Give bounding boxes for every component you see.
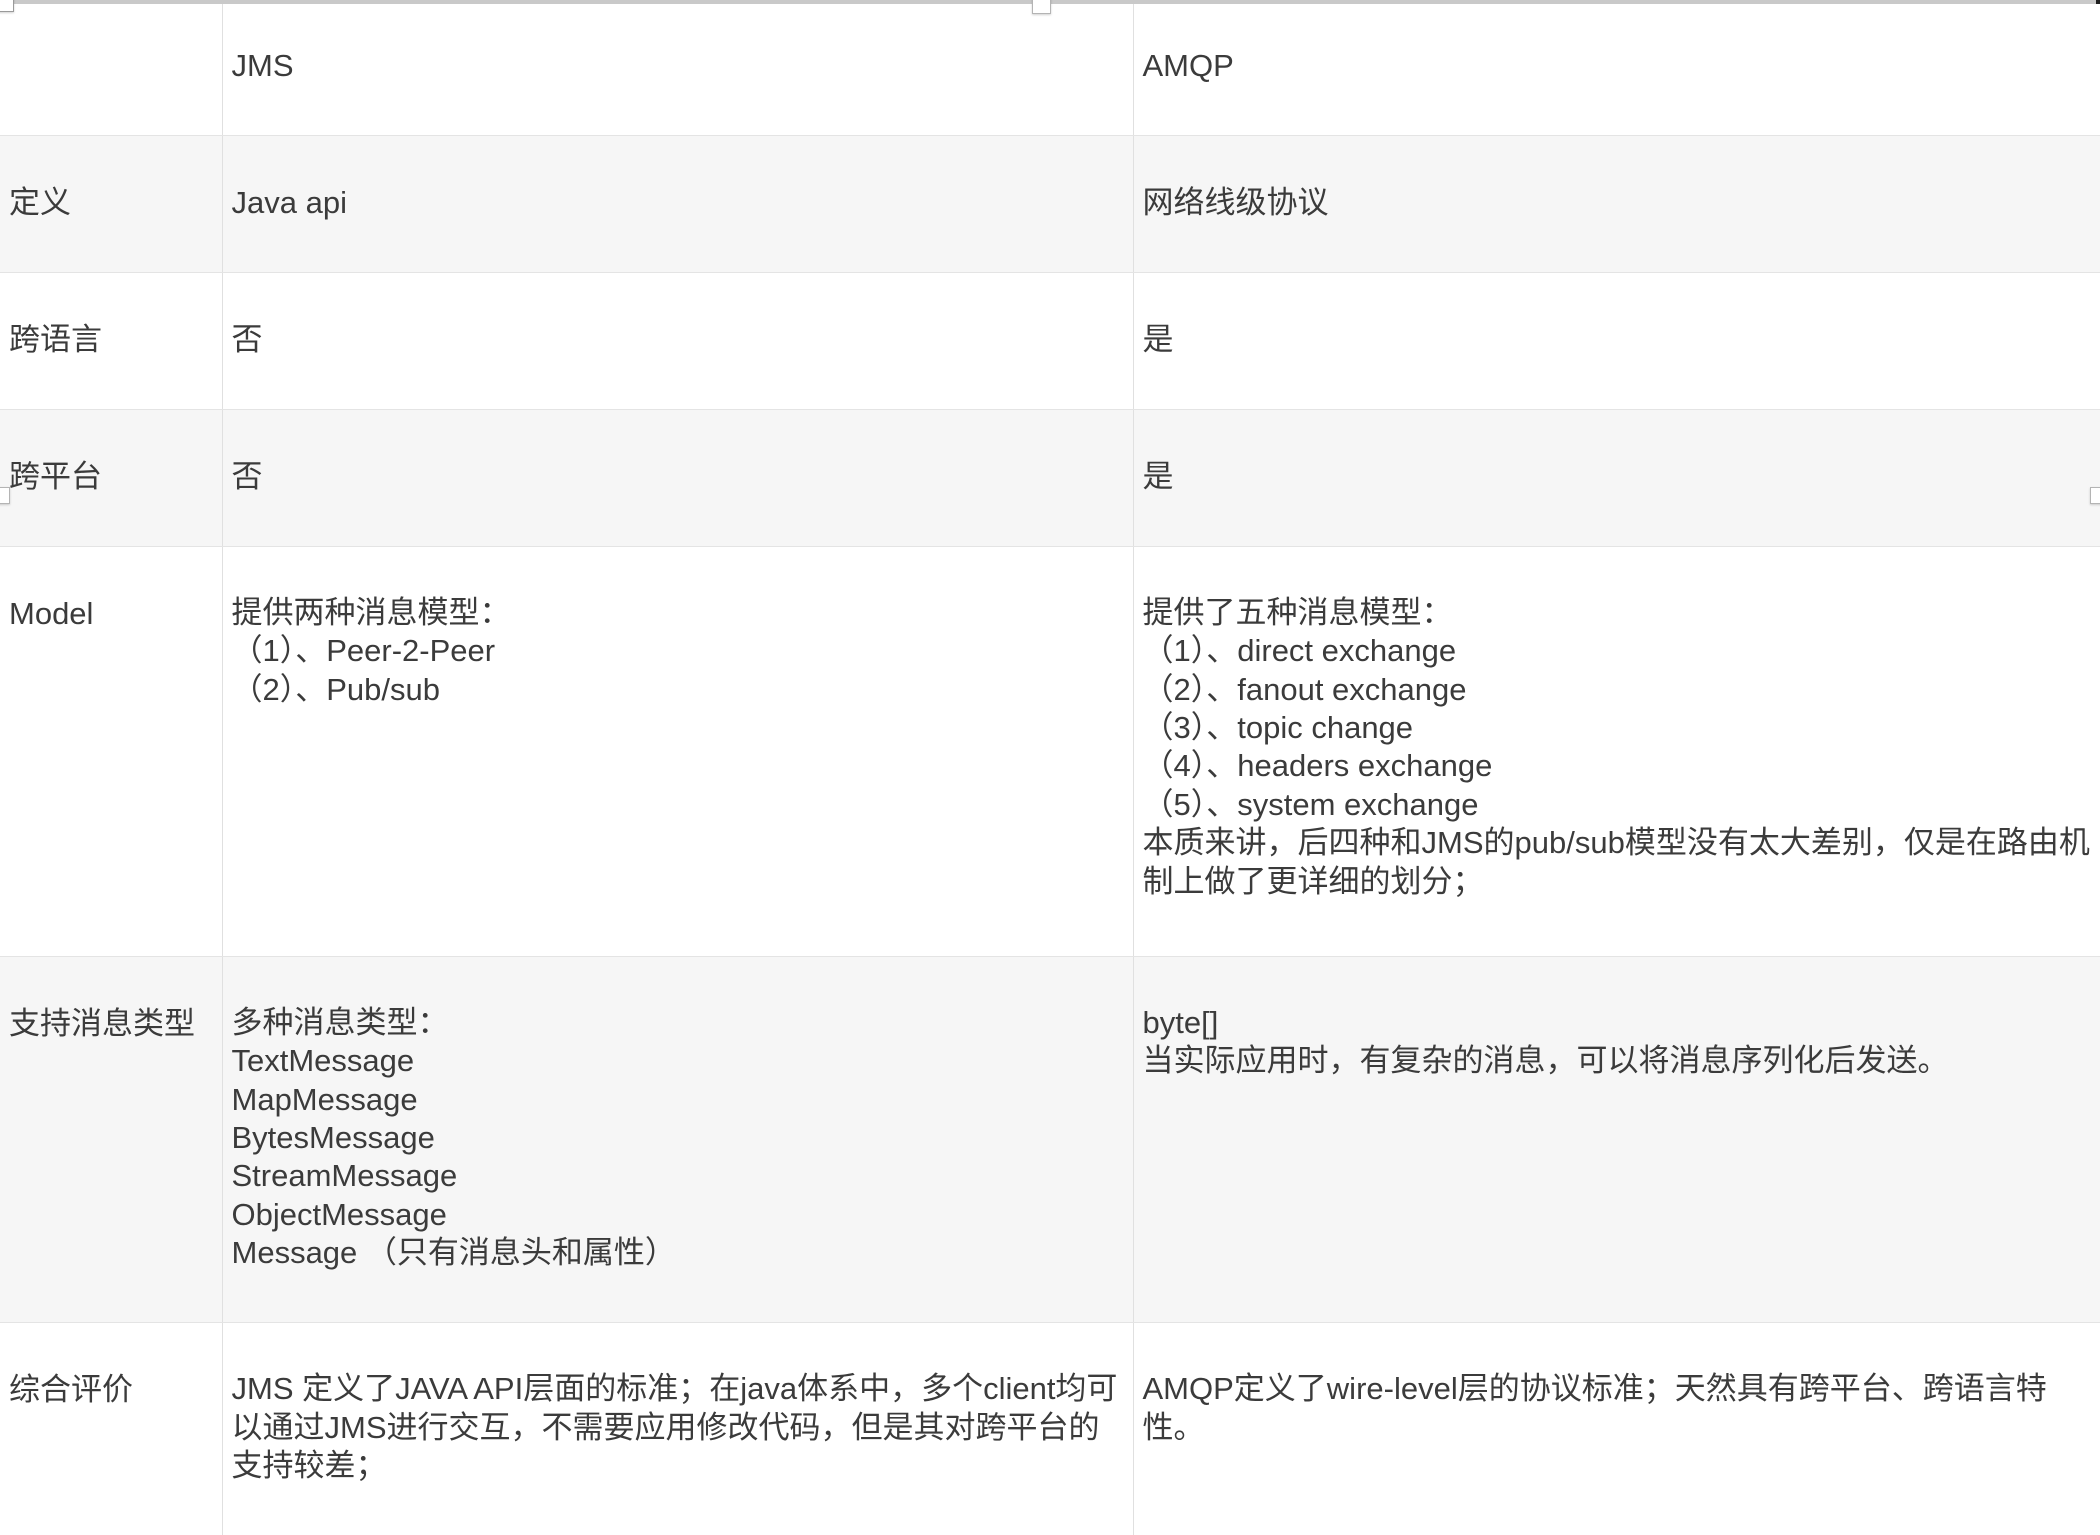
row-label-definition: 定义 — [0, 135, 223, 274]
table-row-cross-platform: 跨平台 否 是 — [0, 409, 2100, 548]
row-label-cross-language: 跨语言 — [0, 272, 223, 411]
cell-jms-definition: Java api — [222, 135, 1134, 274]
header-cell-blank — [0, 4, 223, 137]
resize-handle-middle-right[interactable] — [2090, 487, 2100, 504]
cell-amqp-message-types: byte[] 当实际应用时，有复杂的消息，可以将消息序列化后发送。 — [1133, 956, 2100, 1324]
cell-jms-cross-language: 否 — [222, 272, 1134, 411]
cell-amqp-cross-platform: 是 — [1133, 409, 2100, 548]
row-label-model: Model — [0, 546, 223, 958]
row-label-summary: 综合评价 — [0, 1322, 223, 1535]
cell-amqp-model: 提供了五种消息模型： （1）、direct exchange （2）、fanou… — [1133, 546, 2100, 958]
row-label-message-types: 支持消息类型 — [0, 956, 223, 1324]
table-row-cross-language: 跨语言 否 是 — [0, 272, 2100, 411]
cell-amqp-summary: AMQP定义了wire-level层的协议标准；天然具有跨平台、跨语言特性。 — [1133, 1322, 2100, 1535]
resize-handle-top-left[interactable] — [0, 0, 14, 12]
cell-amqp-cross-language: 是 — [1133, 272, 2100, 411]
resize-handle-top-center[interactable] — [1032, 0, 1051, 14]
header-cell-jms: JMS — [222, 4, 1134, 137]
cell-jms-cross-platform: 否 — [222, 409, 1134, 548]
header-jms-label: JMS — [231, 47, 294, 83]
cell-jms-summary: JMS 定义了JAVA API层面的标准；在java体系中，多个client均可… — [222, 1322, 1134, 1535]
jms-amqp-comparison-table: JMS AMQP 定义 Java api 网络线级协议 跨语言 否 是 跨平台 … — [0, 4, 2100, 1535]
document-frame: JMS AMQP 定义 Java api 网络线级协议 跨语言 否 是 跨平台 … — [0, 0, 2100, 1535]
table-row-message-types: 支持消息类型 多种消息类型： TextMessage MapMessage By… — [0, 956, 2100, 1324]
cell-jms-message-types: 多种消息类型： TextMessage MapMessage BytesMess… — [222, 956, 1134, 1324]
resize-handle-middle-left[interactable] — [0, 487, 10, 504]
table-row-model: Model 提供两种消息模型： （1）、Peer-2-Peer （2）、Pub/… — [0, 546, 2100, 958]
table-row-summary: 综合评价 JMS 定义了JAVA API层面的标准；在java体系中，多个cli… — [0, 1322, 2100, 1535]
cell-amqp-definition: 网络线级协议 — [1133, 135, 2100, 274]
cell-jms-model: 提供两种消息模型： （1）、Peer-2-Peer （2）、Pub/sub — [222, 546, 1134, 958]
table-header-row: JMS AMQP — [0, 4, 2100, 137]
header-cell-amqp: AMQP — [1133, 4, 2100, 137]
row-label-cross-platform: 跨平台 — [0, 409, 223, 548]
header-amqp-label: AMQP — [1142, 47, 1234, 83]
table-row-definition: 定义 Java api 网络线级协议 — [0, 135, 2100, 274]
